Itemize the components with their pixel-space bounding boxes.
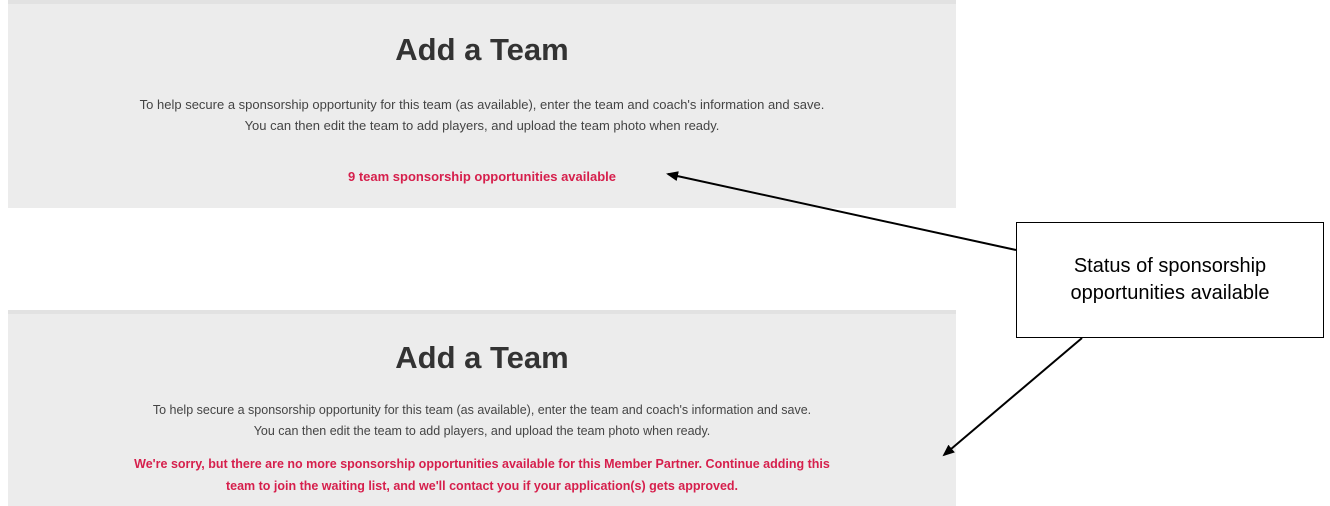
instructions-line-1: To help secure a sponsorship opportunity… [139, 97, 825, 112]
sponsorship-status-message: 9 team sponsorship opportunities availab… [8, 167, 956, 187]
instructions-text: To help secure a sponsorship opportunity… [8, 94, 956, 136]
sponsorship-status-line-2: team to join the waiting list, and we'll… [225, 479, 739, 493]
instructions-line-2: You can then edit the team to add player… [253, 424, 711, 438]
add-team-panel-available: Add a Team To help secure a sponsorship … [8, 0, 956, 208]
callout-line-1: Status of sponsorship [1073, 255, 1267, 277]
page-title: Add a Team [395, 340, 569, 375]
sponsorship-status-message: We're sorry, but there are no more spons… [8, 453, 956, 497]
arrow-to-bottom-status [942, 337, 1083, 457]
add-team-panel-unavailable: Add a Team To help secure a sponsorship … [8, 310, 956, 506]
callout-line-2: opportunities available [1070, 282, 1270, 304]
instructions-line-2: You can then edit the team to add player… [244, 118, 720, 133]
page-title: Add a Team [395, 32, 569, 67]
sponsorship-status-line-1: We're sorry, but there are no more spons… [134, 457, 830, 471]
instructions-line-1: To help secure a sponsorship opportunity… [152, 403, 812, 417]
annotation-callout-box: Status of sponsorship opportunities avai… [1016, 222, 1324, 338]
instructions-text: To help secure a sponsorship opportunity… [8, 400, 956, 442]
sponsorship-status-text: 9 team sponsorship opportunities availab… [347, 169, 616, 184]
